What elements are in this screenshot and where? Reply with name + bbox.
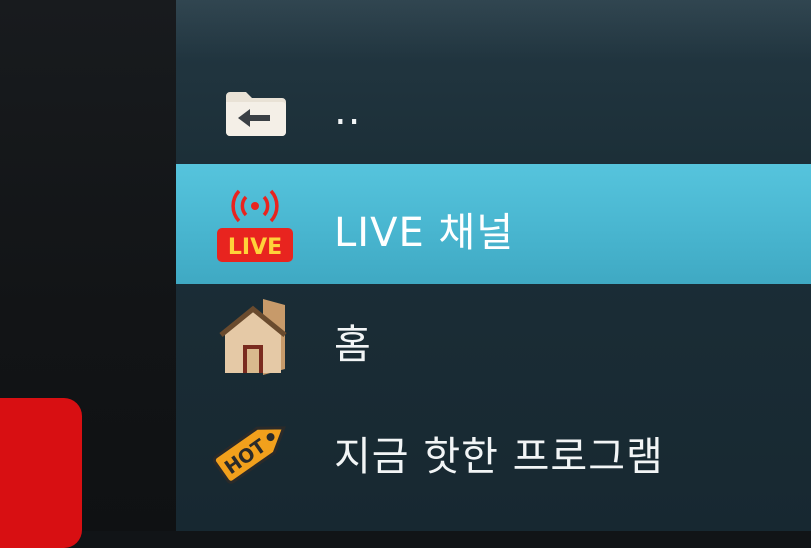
live-icon: LIVE xyxy=(212,181,298,267)
home-icon xyxy=(212,293,298,379)
live-badge-text: LIVE xyxy=(228,235,282,260)
background-panel xyxy=(0,0,178,548)
menu-item-live-channel[interactable]: LIVE LIVE 채널 xyxy=(176,164,811,284)
folder-back-icon xyxy=(212,69,298,155)
menu-item-label: LIVE 채널 xyxy=(334,210,515,256)
menu-item-back[interactable]: .. xyxy=(176,52,811,172)
menu-item-home[interactable]: 홈 xyxy=(176,276,811,396)
menu-item-label: 홈 xyxy=(334,322,372,368)
side-menu: .. LIVE LIVE 채널 홈 HOT 지금 핫한 프로그램 xyxy=(176,0,811,531)
hot-tag-icon: HOT xyxy=(212,405,298,491)
menu-item-label: 지금 핫한 프로그램 xyxy=(334,434,664,480)
menu-item-hot-programs[interactable]: HOT 지금 핫한 프로그램 xyxy=(176,388,811,508)
app-tile[interactable] xyxy=(0,398,82,548)
menu-item-label: .. xyxy=(334,88,362,134)
